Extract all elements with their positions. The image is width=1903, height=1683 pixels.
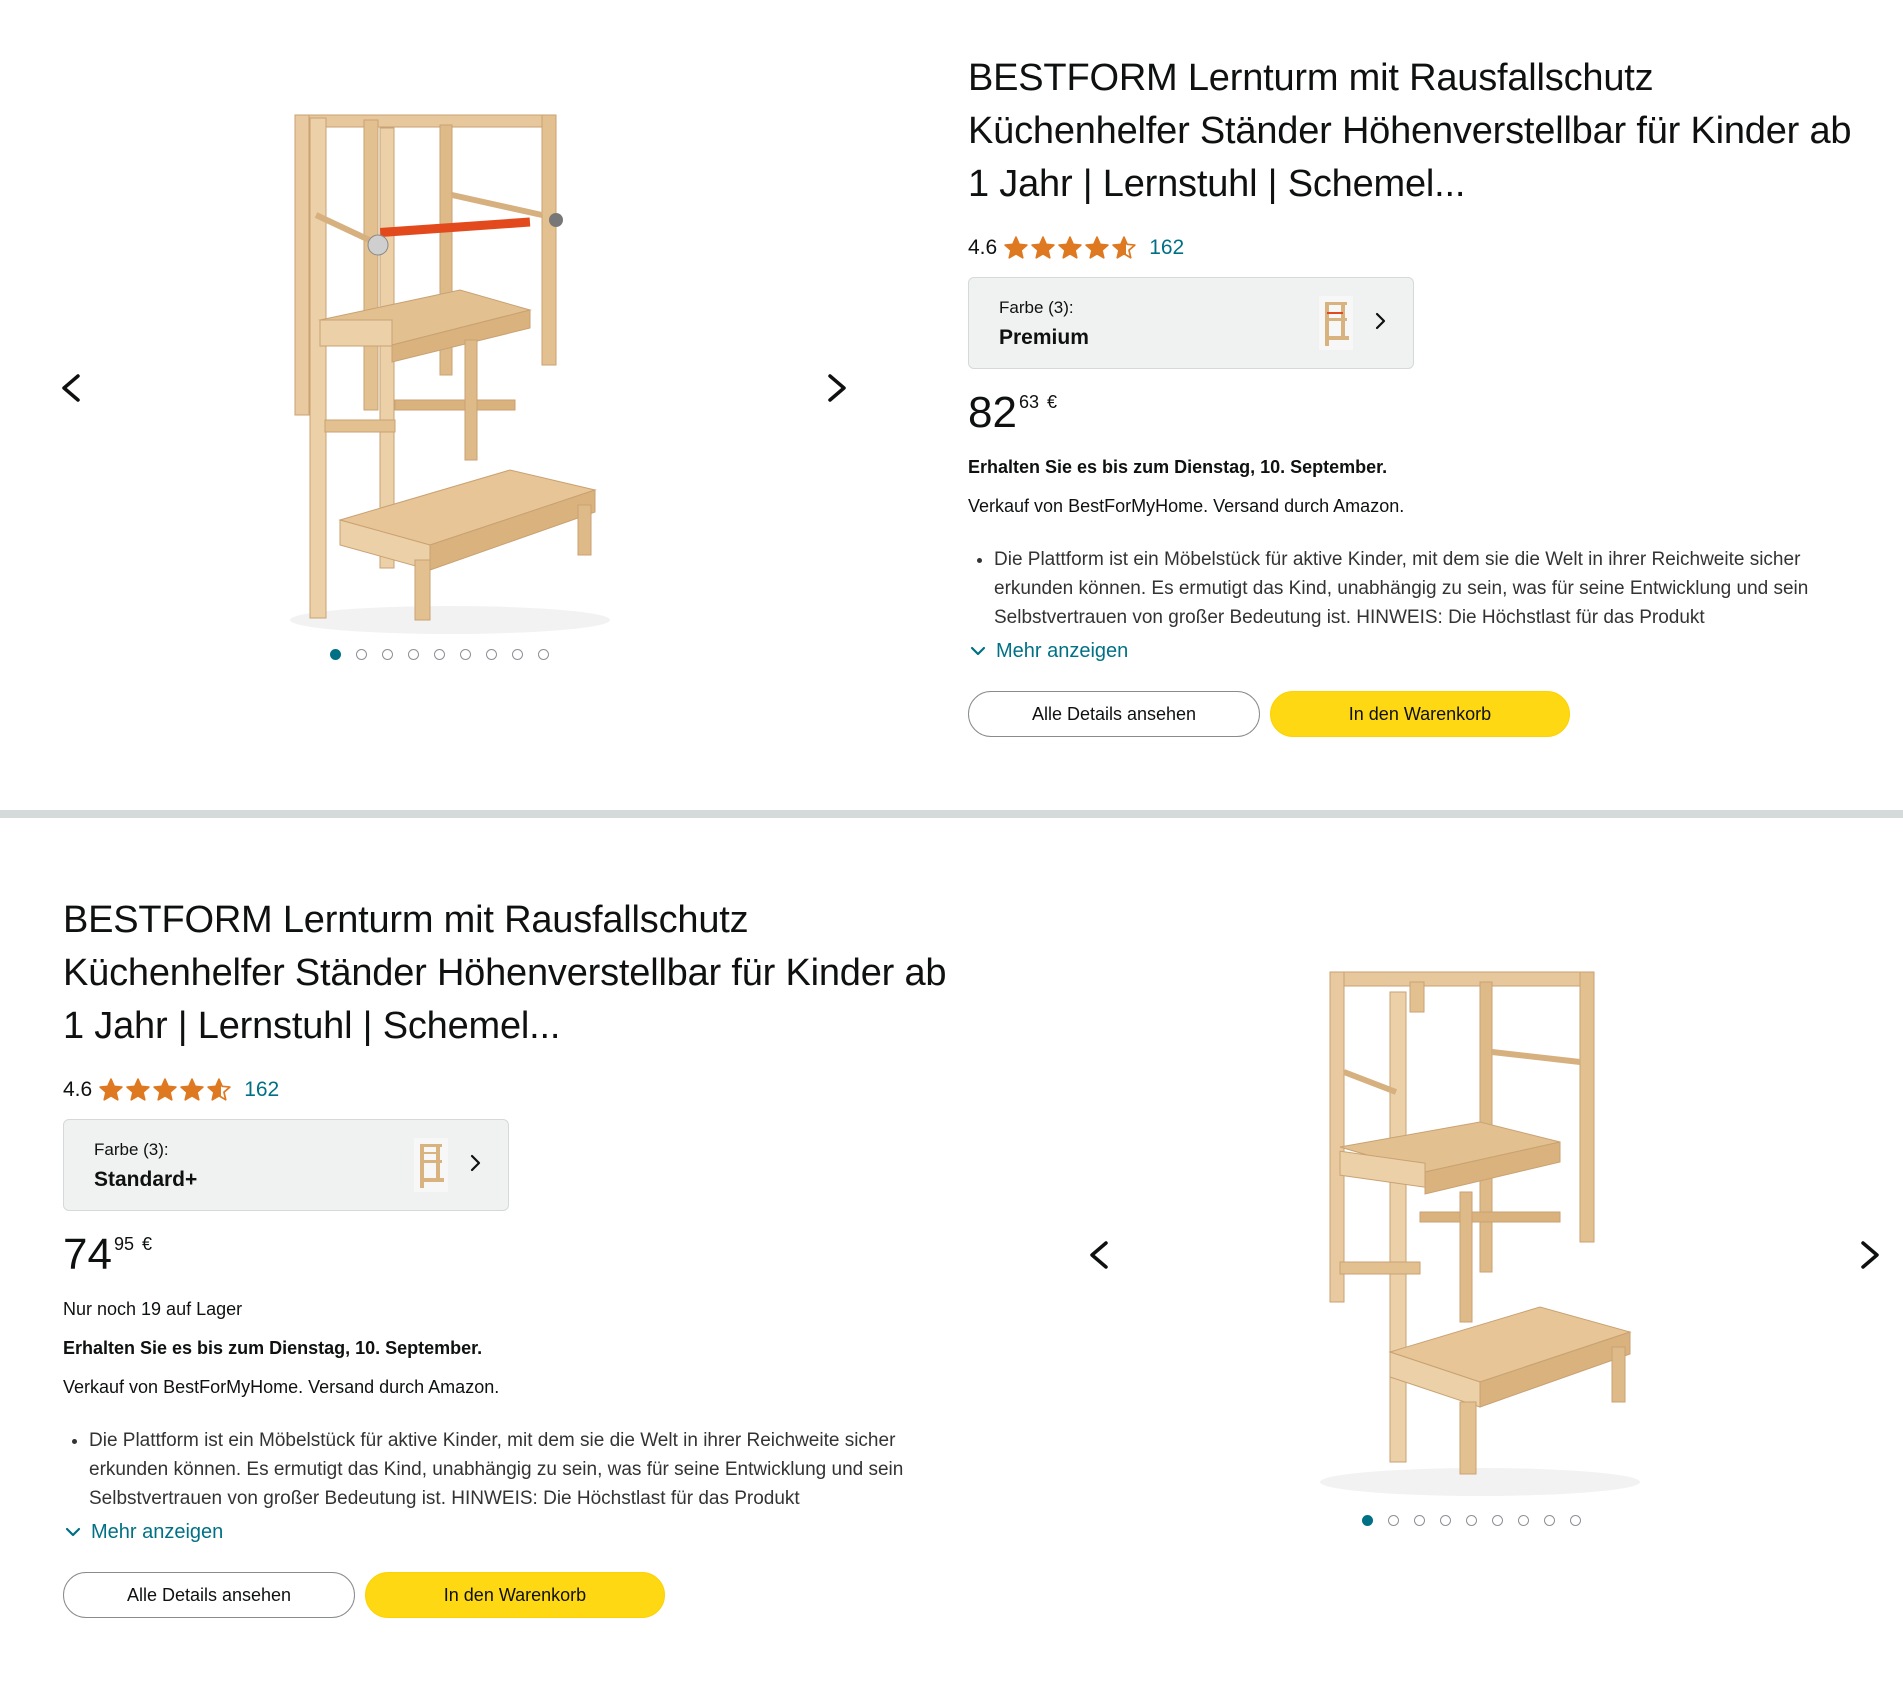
add-to-cart-button[interactable]: In den Warenkorb: [1270, 691, 1570, 737]
star-icon: [1031, 236, 1055, 259]
carousel-dot[interactable]: [486, 649, 497, 660]
carousel-dot[interactable]: [1388, 1515, 1399, 1526]
chevron-left-icon: [1090, 1241, 1108, 1269]
product-image[interactable]: [280, 100, 620, 640]
price-whole: 82: [968, 388, 1017, 437]
feature-bullet: Die Plattform ist ein Möbelstück für akt…: [89, 1426, 963, 1513]
see-all-details-button[interactable]: Alle Details ansehen: [63, 1572, 355, 1618]
carousel-dot[interactable]: [1492, 1515, 1503, 1526]
image-carousel: [1070, 822, 1903, 1683]
carousel-dot[interactable]: [330, 649, 341, 660]
star-icon: [1058, 236, 1082, 259]
star-icon: [1112, 236, 1136, 259]
variant-value: Standard+: [94, 1168, 198, 1191]
star-icon: [1085, 236, 1109, 259]
carousel-prev-button[interactable]: [1080, 1235, 1120, 1275]
star-icon: [99, 1078, 123, 1101]
carousel-dot[interactable]: [512, 649, 523, 660]
carousel-dot[interactable]: [1518, 1515, 1529, 1526]
price-fraction: 95: [113, 1234, 134, 1254]
feature-bullet: Die Plattform ist ein Möbelstück für akt…: [994, 545, 1868, 632]
price-whole: 74: [63, 1230, 112, 1279]
chevron-right-icon: [470, 1154, 481, 1172]
chevron-left-icon: [62, 374, 80, 402]
carousel-dot[interactable]: [1362, 1515, 1373, 1526]
price: 82 63 €: [968, 387, 1868, 439]
delivery-date: Erhalten Sie es bis zum Dienstag, 10. Se…: [63, 1338, 483, 1358]
see-all-details-button[interactable]: Alle Details ansehen: [968, 691, 1260, 737]
carousel-dot[interactable]: [408, 649, 419, 660]
seller-info: Verkauf von BestForMyHome. Versand durch…: [63, 1377, 500, 1397]
carousel-dot[interactable]: [1440, 1515, 1451, 1526]
price-currency: €: [1046, 392, 1057, 412]
rating-row: 4.6 162: [968, 233, 1868, 263]
carousel-dots: [1362, 1515, 1581, 1526]
color-variant-selector[interactable]: Farbe (3): Standard+: [63, 1119, 509, 1211]
section-divider: [0, 810, 1903, 818]
action-buttons: Alle Details ansehen In den Warenkorb: [968, 691, 1868, 737]
product-card-standard-plus: BESTFORM Lernturm mit Rausfallschutz Küc…: [0, 822, 1903, 1683]
star-icon: [126, 1078, 150, 1101]
carousel-next-button[interactable]: [1849, 1235, 1889, 1275]
add-to-cart-button[interactable]: In den Warenkorb: [365, 1572, 665, 1618]
star-icon: [153, 1078, 177, 1101]
carousel-dot[interactable]: [434, 649, 445, 660]
action-buttons: Alle Details ansehen In den Warenkorb: [63, 1572, 963, 1618]
carousel-dot[interactable]: [1570, 1515, 1581, 1526]
product-card-premium: BESTFORM Lernturm mit Rausfallschutz Küc…: [0, 0, 1903, 810]
carousel-dot[interactable]: [538, 649, 549, 660]
product-info: BESTFORM Lernturm mit Rausfallschutz Küc…: [968, 52, 1868, 737]
product-image[interactable]: [1310, 962, 1650, 1502]
chevron-right-icon: [828, 374, 846, 402]
delivery-date: Erhalten Sie es bis zum Dienstag, 10. Se…: [968, 457, 1388, 477]
star-rating[interactable]: [1003, 235, 1137, 261]
price-fraction: 63: [1018, 392, 1039, 412]
carousel-prev-button[interactable]: [52, 368, 92, 408]
star-icon: [207, 1078, 231, 1101]
product-title[interactable]: BESTFORM Lernturm mit Rausfallschutz Küc…: [968, 52, 1868, 211]
rating-count-link[interactable]: 162: [244, 1078, 279, 1102]
variant-value: Premium: [999, 326, 1089, 349]
show-more-label: Mehr anzeigen: [91, 1520, 224, 1543]
product-info: BESTFORM Lernturm mit Rausfallschutz Küc…: [63, 894, 963, 1618]
show-more-link[interactable]: Mehr anzeigen: [968, 636, 1868, 666]
carousel-dot[interactable]: [460, 649, 471, 660]
learning-tower-premium-image: [290, 114, 610, 634]
variant-thumbnail-image: [1319, 296, 1353, 350]
star-icon: [1004, 236, 1028, 259]
rating-row: 4.6 162: [63, 1075, 963, 1105]
feature-bullets: Die Plattform ist ein Möbelstück für akt…: [63, 1426, 963, 1513]
rating-value: 4.6: [968, 236, 998, 259]
rating-count-link[interactable]: 162: [1149, 236, 1184, 260]
variant-thumbnail-image: [414, 1138, 448, 1192]
color-variant-selector[interactable]: Farbe (3): Premium: [968, 277, 1414, 369]
carousel-dot[interactable]: [1544, 1515, 1555, 1526]
carousel-next-button[interactable]: [816, 368, 856, 408]
carousel-dot[interactable]: [356, 649, 367, 660]
chevron-down-icon: [970, 646, 986, 656]
carousel-dot[interactable]: [382, 649, 393, 660]
chevron-right-icon: [1861, 1241, 1879, 1269]
variant-label: Farbe (3):: [94, 1140, 169, 1159]
carousel-dots: [330, 649, 549, 660]
show-more-label: Mehr anzeigen: [996, 639, 1129, 662]
image-carousel: [0, 0, 880, 700]
price-currency: €: [141, 1234, 152, 1254]
carousel-dot[interactable]: [1466, 1515, 1477, 1526]
product-title[interactable]: BESTFORM Lernturm mit Rausfallschutz Küc…: [63, 894, 963, 1053]
variant-label: Farbe (3):: [999, 298, 1074, 317]
feature-bullets: Die Plattform ist ein Möbelstück für akt…: [968, 545, 1868, 632]
stock-status: Nur noch 19 auf Lager: [63, 1299, 243, 1319]
star-icon: [180, 1078, 204, 1101]
show-more-link[interactable]: Mehr anzeigen: [63, 1517, 963, 1547]
rating-value: 4.6: [63, 1078, 93, 1101]
chevron-down-icon: [65, 1527, 81, 1537]
price: 74 95 €: [63, 1229, 963, 1281]
chevron-right-icon: [1375, 312, 1386, 330]
learning-tower-standard-plus-image: [1320, 971, 1640, 1496]
carousel-dot[interactable]: [1414, 1515, 1425, 1526]
star-rating[interactable]: [98, 1077, 232, 1103]
seller-info: Verkauf von BestForMyHome. Versand durch…: [968, 496, 1405, 516]
